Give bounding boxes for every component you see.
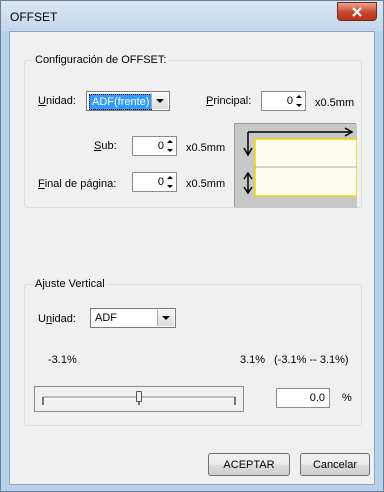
- offset-dialog: OFFSET Configuración de OFFSET: Unidad: …: [0, 0, 384, 492]
- principal-spinner[interactable]: 0: [261, 91, 306, 111]
- slider-max-label: 3.1%: [240, 354, 266, 366]
- percent-unit: %: [342, 392, 352, 404]
- end-page-spinner[interactable]: 0: [132, 172, 177, 192]
- slider-range-label: (-3.1% -- 3.1%): [274, 354, 349, 366]
- spin-buttons[interactable]: [166, 138, 175, 154]
- vertical-unit-select[interactable]: ADF: [90, 308, 176, 328]
- slider-thumb[interactable]: [136, 391, 142, 402]
- end-page-unit: x0.5mm: [186, 178, 226, 190]
- sub-spinner[interactable]: 0: [132, 136, 177, 156]
- unit-select[interactable]: ADF(frente): [86, 91, 170, 111]
- spin-buttons[interactable]: [295, 93, 304, 109]
- window-title: OFFSET: [10, 10, 58, 24]
- title-bar: OFFSET: [1, 1, 383, 31]
- sub-unit: x0.5mm: [186, 142, 226, 154]
- offset-group-title: Configuración de OFFSET:: [33, 54, 169, 66]
- ok-button[interactable]: ACEPTAR: [208, 453, 290, 476]
- spin-down-icon[interactable]: [167, 185, 173, 188]
- end-page-label: Final de página:: [38, 178, 117, 190]
- unit-select-value: ADF(frente): [89, 94, 153, 110]
- vertical-unit-value: ADF: [95, 312, 117, 324]
- sub-label: Sub:: [94, 140, 117, 152]
- close-icon: [352, 6, 362, 17]
- spin-up-icon[interactable]: [167, 140, 173, 143]
- sub-value: 0: [157, 140, 164, 152]
- dialog-body: Configuración de OFFSET: Unidad: ADF(fre…: [9, 31, 375, 485]
- principal-unit: x0.5mm: [315, 97, 355, 109]
- vertical-value-field[interactable]: 0.0: [276, 388, 330, 408]
- end-page-value: 0: [157, 176, 164, 188]
- vertical-group-title: Ajuste Vertical: [33, 278, 107, 290]
- cancel-button[interactable]: Cancelar: [300, 453, 370, 476]
- spin-buttons[interactable]: [166, 174, 175, 190]
- slider-min-label: -3.1%: [48, 354, 77, 366]
- principal-label: Principal:: [206, 95, 252, 107]
- vertical-value: 0.0: [309, 392, 325, 404]
- chevron-down-icon[interactable]: [151, 93, 168, 109]
- vertical-unit-label: Unidad:: [38, 313, 76, 325]
- vertical-slider[interactable]: [34, 386, 244, 412]
- spin-down-icon[interactable]: [296, 104, 302, 107]
- spin-up-icon[interactable]: [296, 95, 302, 98]
- unit-label: Unidad:: [38, 95, 76, 107]
- offset-diagram: [234, 123, 358, 208]
- principal-value: 0: [286, 95, 293, 107]
- spin-down-icon[interactable]: [167, 149, 173, 152]
- paper-offset-illustration: [235, 124, 358, 208]
- chevron-down-icon[interactable]: [157, 310, 174, 326]
- spin-up-icon[interactable]: [167, 176, 173, 179]
- close-button[interactable]: [337, 2, 377, 21]
